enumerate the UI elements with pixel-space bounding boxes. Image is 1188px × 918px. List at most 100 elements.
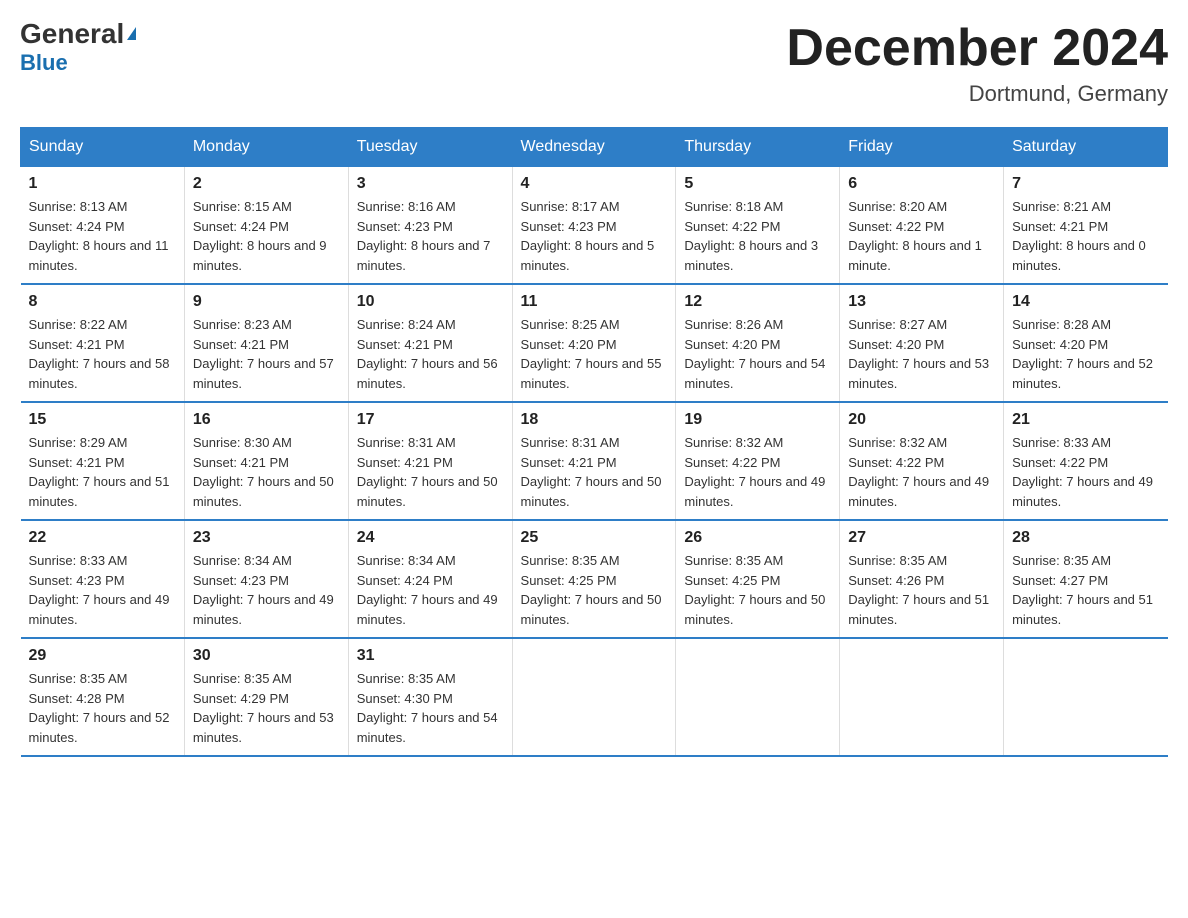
table-row: 2 Sunrise: 8:15 AM Sunset: 4:24 PM Dayli… (184, 167, 348, 285)
logo: General Blue (20, 20, 136, 76)
col-saturday: Saturday (1004, 128, 1168, 167)
col-sunday: Sunday (21, 128, 185, 167)
day-info: Sunrise: 8:32 AM Sunset: 4:22 PM Dayligh… (848, 433, 995, 511)
day-number: 12 (684, 293, 831, 311)
logo-blue: Blue (20, 50, 68, 76)
table-row: 22 Sunrise: 8:33 AM Sunset: 4:23 PM Dayl… (21, 520, 185, 638)
day-info: Sunrise: 8:35 AM Sunset: 4:26 PM Dayligh… (848, 551, 995, 629)
day-info: Sunrise: 8:35 AM Sunset: 4:27 PM Dayligh… (1012, 551, 1159, 629)
table-row: 5 Sunrise: 8:18 AM Sunset: 4:22 PM Dayli… (676, 167, 840, 285)
table-row: 14 Sunrise: 8:28 AM Sunset: 4:20 PM Dayl… (1004, 284, 1168, 402)
day-info: Sunrise: 8:21 AM Sunset: 4:21 PM Dayligh… (1012, 197, 1159, 275)
table-row: 3 Sunrise: 8:16 AM Sunset: 4:23 PM Dayli… (348, 167, 512, 285)
col-thursday: Thursday (676, 128, 840, 167)
table-row: 24 Sunrise: 8:34 AM Sunset: 4:24 PM Dayl… (348, 520, 512, 638)
day-number: 24 (357, 529, 504, 547)
table-row: 4 Sunrise: 8:17 AM Sunset: 4:23 PM Dayli… (512, 167, 676, 285)
day-info: Sunrise: 8:28 AM Sunset: 4:20 PM Dayligh… (1012, 315, 1159, 393)
table-row: 25 Sunrise: 8:35 AM Sunset: 4:25 PM Dayl… (512, 520, 676, 638)
table-row: 1 Sunrise: 8:13 AM Sunset: 4:24 PM Dayli… (21, 167, 185, 285)
calendar-week-row: 15 Sunrise: 8:29 AM Sunset: 4:21 PM Dayl… (21, 402, 1168, 520)
day-info: Sunrise: 8:20 AM Sunset: 4:22 PM Dayligh… (848, 197, 995, 275)
table-row: 27 Sunrise: 8:35 AM Sunset: 4:26 PM Dayl… (840, 520, 1004, 638)
day-number: 11 (521, 293, 668, 311)
table-row: 12 Sunrise: 8:26 AM Sunset: 4:20 PM Dayl… (676, 284, 840, 402)
day-info: Sunrise: 8:34 AM Sunset: 4:24 PM Dayligh… (357, 551, 504, 629)
day-info: Sunrise: 8:27 AM Sunset: 4:20 PM Dayligh… (848, 315, 995, 393)
table-row: 10 Sunrise: 8:24 AM Sunset: 4:21 PM Dayl… (348, 284, 512, 402)
day-number: 13 (848, 293, 995, 311)
table-row (512, 638, 676, 756)
day-info: Sunrise: 8:23 AM Sunset: 4:21 PM Dayligh… (193, 315, 340, 393)
table-row: 9 Sunrise: 8:23 AM Sunset: 4:21 PM Dayli… (184, 284, 348, 402)
calendar-week-row: 22 Sunrise: 8:33 AM Sunset: 4:23 PM Dayl… (21, 520, 1168, 638)
day-info: Sunrise: 8:33 AM Sunset: 4:23 PM Dayligh… (29, 551, 176, 629)
table-row (840, 638, 1004, 756)
day-info: Sunrise: 8:26 AM Sunset: 4:20 PM Dayligh… (684, 315, 831, 393)
col-friday: Friday (840, 128, 1004, 167)
day-info: Sunrise: 8:13 AM Sunset: 4:24 PM Dayligh… (29, 197, 176, 275)
day-number: 22 (29, 529, 176, 547)
table-row: 16 Sunrise: 8:30 AM Sunset: 4:21 PM Dayl… (184, 402, 348, 520)
day-number: 23 (193, 529, 340, 547)
day-number: 21 (1012, 411, 1159, 429)
logo-name: General (20, 20, 136, 48)
day-number: 9 (193, 293, 340, 311)
month-title: December 2024 (786, 20, 1168, 77)
day-info: Sunrise: 8:16 AM Sunset: 4:23 PM Dayligh… (357, 197, 504, 275)
day-number: 27 (848, 529, 995, 547)
day-number: 30 (193, 647, 340, 665)
table-row: 19 Sunrise: 8:32 AM Sunset: 4:22 PM Dayl… (676, 402, 840, 520)
day-info: Sunrise: 8:30 AM Sunset: 4:21 PM Dayligh… (193, 433, 340, 511)
day-number: 8 (29, 293, 176, 311)
table-row (1004, 638, 1168, 756)
col-tuesday: Tuesday (348, 128, 512, 167)
calendar-week-row: 1 Sunrise: 8:13 AM Sunset: 4:24 PM Dayli… (21, 167, 1168, 285)
day-number: 15 (29, 411, 176, 429)
day-number: 2 (193, 175, 340, 193)
day-info: Sunrise: 8:32 AM Sunset: 4:22 PM Dayligh… (684, 433, 831, 511)
table-row: 7 Sunrise: 8:21 AM Sunset: 4:21 PM Dayli… (1004, 167, 1168, 285)
day-info: Sunrise: 8:35 AM Sunset: 4:30 PM Dayligh… (357, 669, 504, 747)
day-info: Sunrise: 8:29 AM Sunset: 4:21 PM Dayligh… (29, 433, 176, 511)
table-row (676, 638, 840, 756)
day-number: 19 (684, 411, 831, 429)
day-info: Sunrise: 8:25 AM Sunset: 4:20 PM Dayligh… (521, 315, 668, 393)
day-number: 1 (29, 175, 176, 193)
table-row: 6 Sunrise: 8:20 AM Sunset: 4:22 PM Dayli… (840, 167, 1004, 285)
table-row: 21 Sunrise: 8:33 AM Sunset: 4:22 PM Dayl… (1004, 402, 1168, 520)
day-info: Sunrise: 8:17 AM Sunset: 4:23 PM Dayligh… (521, 197, 668, 275)
day-number: 4 (521, 175, 668, 193)
day-number: 5 (684, 175, 831, 193)
day-info: Sunrise: 8:34 AM Sunset: 4:23 PM Dayligh… (193, 551, 340, 629)
day-number: 17 (357, 411, 504, 429)
location: Dortmund, Germany (786, 81, 1168, 107)
day-info: Sunrise: 8:31 AM Sunset: 4:21 PM Dayligh… (521, 433, 668, 511)
day-number: 25 (521, 529, 668, 547)
day-number: 28 (1012, 529, 1159, 547)
day-number: 3 (357, 175, 504, 193)
day-number: 18 (521, 411, 668, 429)
day-number: 31 (357, 647, 504, 665)
day-info: Sunrise: 8:18 AM Sunset: 4:22 PM Dayligh… (684, 197, 831, 275)
page-header: General Blue December 2024 Dortmund, Ger… (20, 20, 1168, 107)
table-row: 23 Sunrise: 8:34 AM Sunset: 4:23 PM Dayl… (184, 520, 348, 638)
day-info: Sunrise: 8:35 AM Sunset: 4:29 PM Dayligh… (193, 669, 340, 747)
table-row: 20 Sunrise: 8:32 AM Sunset: 4:22 PM Dayl… (840, 402, 1004, 520)
day-info: Sunrise: 8:15 AM Sunset: 4:24 PM Dayligh… (193, 197, 340, 275)
calendar-week-row: 8 Sunrise: 8:22 AM Sunset: 4:21 PM Dayli… (21, 284, 1168, 402)
day-number: 10 (357, 293, 504, 311)
table-row: 26 Sunrise: 8:35 AM Sunset: 4:25 PM Dayl… (676, 520, 840, 638)
day-info: Sunrise: 8:35 AM Sunset: 4:25 PM Dayligh… (521, 551, 668, 629)
col-wednesday: Wednesday (512, 128, 676, 167)
table-row: 15 Sunrise: 8:29 AM Sunset: 4:21 PM Dayl… (21, 402, 185, 520)
day-number: 7 (1012, 175, 1159, 193)
day-number: 26 (684, 529, 831, 547)
table-row: 29 Sunrise: 8:35 AM Sunset: 4:28 PM Dayl… (21, 638, 185, 756)
day-number: 20 (848, 411, 995, 429)
table-row: 11 Sunrise: 8:25 AM Sunset: 4:20 PM Dayl… (512, 284, 676, 402)
table-row: 13 Sunrise: 8:27 AM Sunset: 4:20 PM Dayl… (840, 284, 1004, 402)
title-section: December 2024 Dortmund, Germany (786, 20, 1168, 107)
table-row: 30 Sunrise: 8:35 AM Sunset: 4:29 PM Dayl… (184, 638, 348, 756)
table-row: 18 Sunrise: 8:31 AM Sunset: 4:21 PM Dayl… (512, 402, 676, 520)
